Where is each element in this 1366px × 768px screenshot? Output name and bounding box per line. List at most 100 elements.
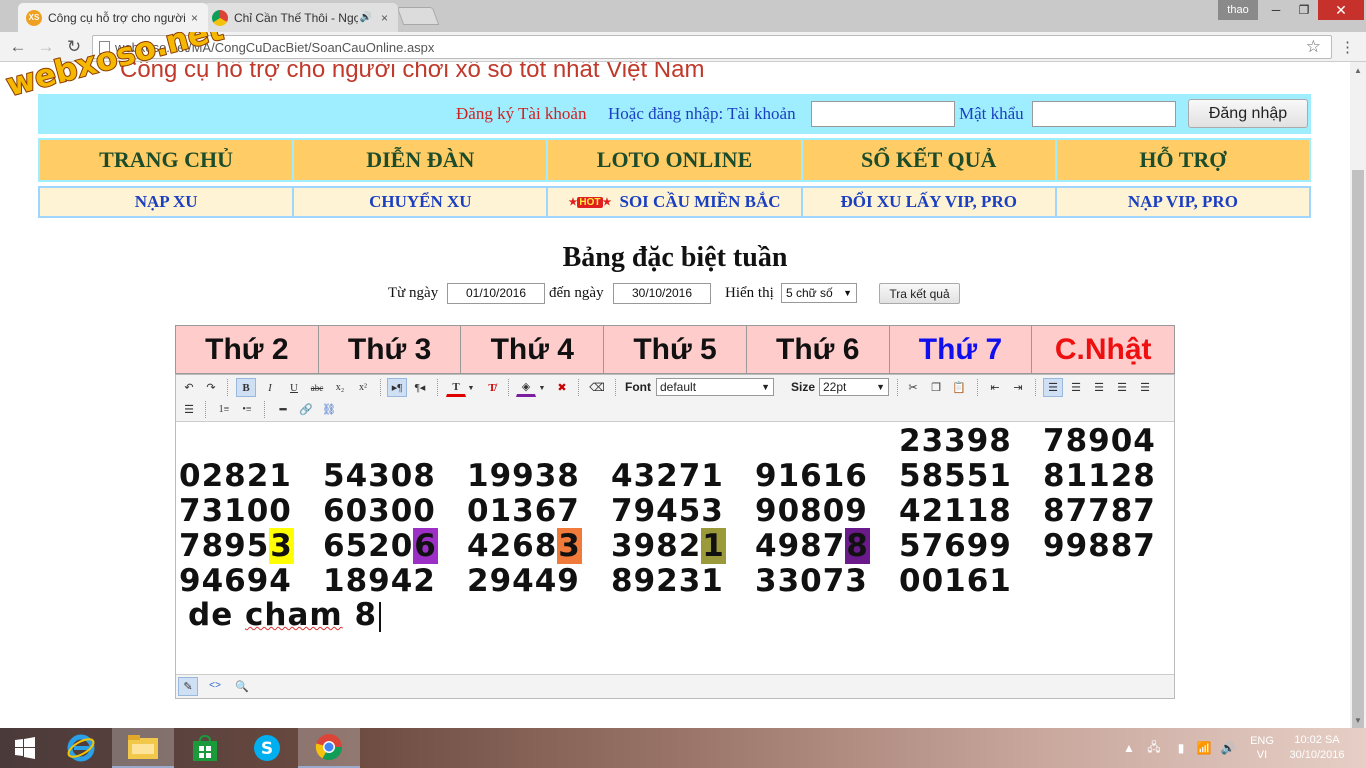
chrome-taskbar-icon[interactable] xyxy=(298,728,360,768)
submenu-buy-vip[interactable]: NẠP VIP, PRO xyxy=(1056,188,1310,216)
register-link[interactable]: Đăng ký Tài khoản xyxy=(456,104,586,124)
network-icon[interactable]: 🖧 xyxy=(1144,728,1164,768)
result-number: 42683 xyxy=(467,528,582,564)
tab-close-icon[interactable]: × xyxy=(191,11,198,25)
superscript-icon[interactable]: x² xyxy=(353,378,373,397)
weekday-header-cell: Thứ 5 xyxy=(604,326,747,373)
menu-loto-online[interactable]: LOTO ONLINE xyxy=(548,140,801,180)
bullet-list-icon[interactable]: •≡ xyxy=(237,400,257,419)
show-hidden-icons-icon[interactable]: ▲ xyxy=(1122,728,1136,768)
result-number-prefix: 3982 xyxy=(611,528,702,564)
eraser-icon[interactable]: ⌫ xyxy=(587,378,607,397)
highlight-color-icon[interactable]: ◈ xyxy=(516,378,536,397)
italic-icon[interactable]: I xyxy=(260,378,280,397)
subscript-icon[interactable]: x₂ xyxy=(330,378,350,397)
audio-icon[interactable]: 🔊 xyxy=(360,12,372,23)
input-language-indicator[interactable]: ENG VI xyxy=(1242,728,1282,768)
submenu-exchange-vip[interactable]: ĐỔI XU LẤY VIP, PRO xyxy=(802,188,1055,216)
browser-tab-music[interactable]: Chỉ Cần Thế Thôi - Ngọc Kara 🔊 × xyxy=(204,3,398,32)
preview-icon[interactable]: 🔍 xyxy=(232,677,252,696)
submenu-northern-forecast[interactable]: ★ HOT ★ SOI CẦU MIỀN BẮC xyxy=(548,188,801,216)
copy-icon[interactable]: ❐ xyxy=(926,378,946,397)
chrome-menu-icon[interactable]: ⋮ xyxy=(1340,38,1355,56)
search-results-button[interactable]: Tra kết quả xyxy=(879,283,960,304)
redo-icon[interactable]: ↷ xyxy=(201,378,221,397)
font-select[interactable]: default ▼ xyxy=(656,378,774,396)
close-window-button[interactable]: ✕ xyxy=(1318,0,1364,20)
remove-link-icon[interactable]: ⛓ xyxy=(319,400,339,419)
align-center-icon[interactable]: ☰ xyxy=(1066,378,1086,397)
align-left-icon[interactable]: ☰ xyxy=(1043,378,1063,397)
clear-highlight-icon[interactable]: ✖ xyxy=(552,378,572,397)
submenu-transfer-coins[interactable]: CHUYỂN XU xyxy=(294,188,547,216)
to-date-input[interactable]: 30/10/2016 xyxy=(613,283,711,304)
new-tab-button[interactable] xyxy=(396,7,440,25)
wifi-icon[interactable]: 📶 xyxy=(1194,728,1214,768)
windows-taskbar: S ▲ 🖧 ▮ 📶 🔊 ENG VI 10:02 SA 30/10/2016 xyxy=(0,728,1366,768)
password-input[interactable] xyxy=(1032,101,1176,127)
scroll-thumb[interactable] xyxy=(1352,170,1364,768)
internet-explorer-icon[interactable] xyxy=(50,728,112,768)
bold-icon[interactable]: B xyxy=(236,378,256,397)
clear-color-icon[interactable]: T̸ xyxy=(482,378,502,397)
minimize-button[interactable]: ─ xyxy=(1262,0,1290,20)
file-explorer-icon[interactable] xyxy=(112,728,174,768)
chevron-down-icon: ▼ xyxy=(761,382,770,392)
underline-icon[interactable]: U xyxy=(284,378,304,397)
size-select[interactable]: 22pt ▼ xyxy=(819,378,889,396)
align-right-icon[interactable]: ☰ xyxy=(1112,378,1132,397)
undo-icon[interactable]: ↶ xyxy=(179,378,199,397)
menu-home[interactable]: TRANG CHỦ xyxy=(40,140,293,180)
profile-button[interactable]: thao xyxy=(1218,0,1258,20)
battery-icon[interactable]: ▮ xyxy=(1172,728,1190,768)
insert-link-icon[interactable]: 🔗 xyxy=(296,400,316,419)
editor-content[interactable]: 23398 78904 02821 54308 19938 43271 91616 58551… xyxy=(176,423,1174,673)
result-number: 81128 xyxy=(1043,458,1156,494)
outdent-icon[interactable]: ⇤ xyxy=(985,378,1005,397)
rtl-icon[interactable]: ¶◂ xyxy=(410,378,430,397)
ordered-list-icon[interactable]: 1≡ xyxy=(214,400,234,419)
chevron-down-icon[interactable]: ▼ xyxy=(466,378,476,397)
paste-icon[interactable]: 📋 xyxy=(949,378,969,397)
ltr-icon[interactable]: ▸¶ xyxy=(387,378,407,397)
menu-results-book[interactable]: SỔ KẾT QUẢ xyxy=(802,140,1055,180)
windows-start-icon[interactable] xyxy=(0,728,50,768)
align-full-icon[interactable]: ☰ xyxy=(1135,378,1155,397)
design-mode-icon[interactable]: ✎ xyxy=(178,677,198,696)
justify-all-icon[interactable]: ☰ xyxy=(179,400,199,419)
menu-forum[interactable]: DIỄN ĐÀN xyxy=(294,140,547,180)
indent-icon[interactable]: ⇥ xyxy=(1008,378,1028,397)
horizontal-rule-icon[interactable]: ━ xyxy=(273,400,293,419)
strikethrough-icon[interactable]: abc xyxy=(307,378,327,397)
browser-tab-active[interactable]: XS Công cụ hỗ trợ cho người chơi xổ số t… xyxy=(18,3,208,32)
username-input[interactable] xyxy=(811,101,955,127)
volume-icon[interactable]: 🔊 xyxy=(1218,728,1238,768)
page-scrollbar[interactable]: ▲ ▼ xyxy=(1350,62,1366,768)
page-viewport: Công cụ hỗ trợ cho người chơi xổ số tốt … xyxy=(0,62,1350,728)
system-clock[interactable]: 10:02 SA 30/10/2016 xyxy=(1280,728,1354,768)
result-number: 79453 xyxy=(611,493,724,529)
result-number: 43271 xyxy=(611,458,724,494)
chevron-down-icon: ▼ xyxy=(843,288,852,298)
login-button[interactable]: Đăng nhập xyxy=(1188,99,1308,128)
align-justify-icon[interactable]: ☰ xyxy=(1089,378,1109,397)
maximize-button[interactable]: ❐ xyxy=(1290,0,1318,20)
skype-icon[interactable]: S xyxy=(236,728,298,768)
chevron-down-icon[interactable]: ▼ xyxy=(537,378,547,397)
submenu-top-up-coins[interactable]: NẠP XU xyxy=(40,188,293,216)
page-title: Bảng đặc biệt tuần xyxy=(562,242,788,273)
address-bar[interactable]: webxoso.net/MA/CongCuDacBiet/SoanCauOnli… xyxy=(92,35,1332,59)
text-color-icon[interactable]: T xyxy=(446,378,466,397)
menu-support[interactable]: HỖ TRỢ xyxy=(1056,140,1310,180)
bookmark-star-icon[interactable]: ☆ xyxy=(1306,37,1321,57)
cut-icon[interactable]: ✂ xyxy=(903,378,923,397)
svg-text:S: S xyxy=(261,739,273,759)
html-mode-icon[interactable]: <> xyxy=(205,677,225,696)
from-date-input[interactable]: 01/10/2016 xyxy=(447,283,545,304)
scroll-down-icon[interactable]: ▼ xyxy=(1354,716,1362,725)
tab-close-icon[interactable]: × xyxy=(381,11,388,25)
store-icon[interactable] xyxy=(174,728,236,768)
submenu-label: SOI CẦU MIỀN BẮC xyxy=(619,192,781,211)
digits-select[interactable]: 5 chữ số ▼ xyxy=(781,283,857,303)
scroll-up-icon[interactable]: ▲ xyxy=(1354,66,1362,75)
